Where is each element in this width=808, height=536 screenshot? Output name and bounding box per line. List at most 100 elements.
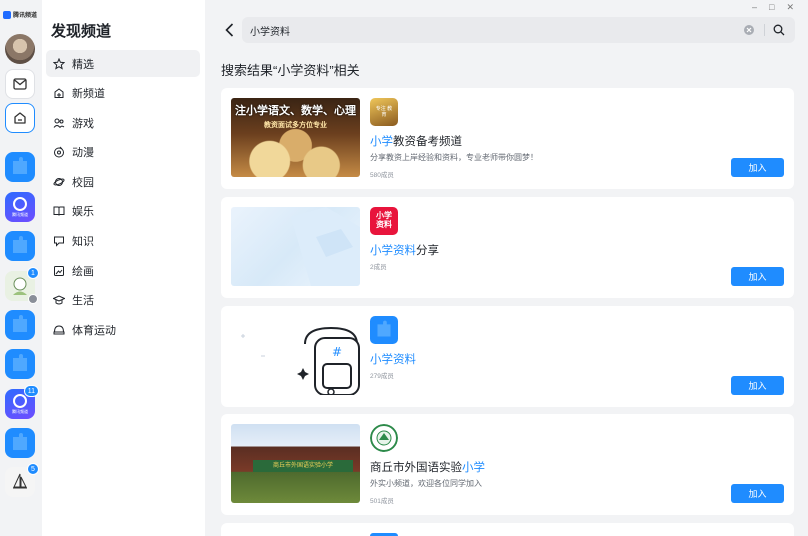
channel-icon[interactable]	[5, 310, 35, 340]
puzzle-icon	[5, 310, 35, 340]
book-icon	[53, 206, 65, 217]
join-button[interactable]: 加入	[731, 484, 784, 503]
category-label: 体育运动	[72, 324, 116, 337]
channel-member-count: 2成员	[370, 264, 387, 271]
channel-icon[interactable]: 5	[5, 463, 39, 497]
back-button[interactable]	[221, 21, 237, 39]
category-item[interactable]: 知识	[46, 228, 200, 255]
category-item[interactable]: 校园	[46, 168, 200, 195]
channel-name: 小学资料分享	[370, 245, 439, 257]
puzzle-icon	[5, 231, 35, 261]
channel-description: 外实小频道，欢迎各位同学加入	[370, 479, 482, 488]
channel-name: 小学资料	[370, 354, 416, 366]
gamepad-icon	[53, 118, 65, 128]
channel-cover-image: 商丘市外国语实验小学	[231, 424, 360, 503]
puzzle-icon	[5, 152, 35, 182]
new-channel-icon	[54, 88, 64, 99]
puzzle-icon	[5, 349, 35, 379]
category-item[interactable]: 新频道	[46, 80, 200, 107]
channel-result-card[interactable]	[221, 523, 794, 536]
puzzle-icon	[370, 316, 398, 344]
channel-result-card[interactable]: # 小学资料 279成员 加入	[221, 306, 794, 407]
channel-avatar: 小学 资料	[370, 207, 398, 235]
channel-cover-image: 注小学语文、数学、心理 教资面试多方位专业	[231, 98, 360, 177]
messages-button[interactable]	[5, 69, 35, 99]
channel-result-card[interactable]: 注小学语文、数学、心理 教资面试多方位专业 专注 教育 小学教资备考频道 分享教…	[221, 88, 794, 189]
tencent-channel-logo-icon	[13, 393, 27, 408]
channel-icon[interactable]	[5, 349, 35, 379]
svg-text:#: #	[332, 345, 342, 359]
category-label: 娱乐	[72, 206, 94, 219]
muted-indicator	[28, 294, 38, 304]
chat-bubble-icon	[54, 236, 64, 247]
channel-member-count: 501成员	[370, 498, 394, 505]
category-item[interactable]: 绘画	[46, 257, 200, 284]
search-icon	[773, 24, 785, 36]
results-heading: 搜索结果“小学资料”相关	[221, 63, 360, 78]
category-item[interactable]: 体育运动	[46, 316, 200, 343]
category-item[interactable]: 游戏	[46, 109, 200, 136]
close-button[interactable]: ✕	[786, 2, 794, 13]
user-avatar[interactable]	[5, 34, 35, 64]
cover-pattern-icon	[291, 207, 360, 286]
channel-result-card[interactable]: 小学 资料 小学资料分享 2成员 加入	[221, 197, 794, 298]
discover-button[interactable]	[5, 103, 35, 133]
join-button[interactable]: 加入	[731, 267, 784, 286]
channel-cover-image	[231, 207, 360, 286]
category-label: 生活	[72, 295, 94, 308]
brand-name: 腾讯频道	[13, 13, 38, 19]
channel-icon[interactable]	[5, 152, 35, 182]
tencent-channel-icon[interactable]: 腾讯频道 11	[5, 385, 39, 419]
close-icon	[746, 27, 752, 33]
category-item[interactable]: 精选	[46, 50, 200, 77]
tencent-channel-name: 腾讯频道	[12, 211, 28, 217]
category-label: 校园	[72, 176, 94, 189]
cover-caption: 注小学语文、数学、心理	[235, 105, 356, 117]
channel-cover-image: #	[231, 316, 360, 395]
unread-badge: 11	[23, 385, 39, 397]
mail-icon	[13, 78, 27, 90]
star-icon	[53, 57, 65, 70]
search-button[interactable]	[772, 23, 786, 37]
category-item[interactable]: 娱乐	[46, 198, 200, 225]
channel-description: 分享教资上岸经验和资料，专业老师带你圆梦！	[370, 153, 538, 162]
channel-name: 小学教资备考频道	[370, 136, 462, 148]
unread-badge: 5	[27, 463, 39, 475]
category-label: 动漫	[72, 147, 94, 160]
sailboat-icon	[13, 473, 27, 489]
category-label: 游戏	[72, 117, 94, 130]
tencent-channel-icon[interactable]: 腾讯频道	[5, 192, 35, 222]
join-button[interactable]: 加入	[731, 376, 784, 395]
planet-icon	[53, 177, 65, 186]
channel-rail: 腾讯频道 腾讯频道 1 腾讯频道 11 5	[0, 0, 42, 536]
join-button[interactable]: 加入	[731, 158, 784, 177]
channel-icon[interactable]	[5, 428, 35, 458]
tencent-channel-name: 腾讯频道	[12, 408, 28, 414]
backpack-icon: #	[241, 326, 360, 395]
maximize-button[interactable]: □	[769, 2, 774, 13]
category-list: 精选 新频道 游戏 动漫 校园 娱乐 知识 绘画 生活 体育运动	[46, 50, 200, 346]
minimize-button[interactable]: –	[752, 2, 757, 13]
category-item[interactable]: 动漫	[46, 139, 200, 166]
clear-search-button[interactable]	[744, 25, 754, 35]
sidebar-title: 发现频道	[51, 23, 112, 40]
category-label: 知识	[72, 236, 94, 249]
school-sign: 商丘市外国语实验小学	[253, 460, 353, 472]
category-item[interactable]: 生活	[46, 287, 200, 314]
main-panel: – □ ✕ 搜索结果“小学资料”相关 注小学语文、数学、心理 教资面试多方位专业…	[205, 0, 808, 536]
brand-logo: 腾讯频道	[3, 10, 37, 19]
channel-avatar-text: 资料	[376, 220, 392, 229]
search-input[interactable]	[250, 17, 730, 43]
painting-icon	[54, 265, 64, 276]
channel-icon[interactable]	[5, 231, 35, 261]
category-label: 新频道	[72, 88, 105, 101]
channel-result-card[interactable]: 商丘市外国语实验小学 商丘市外国语实验小学 外实小频道，欢迎各位同学加入 501…	[221, 414, 794, 515]
discover-sidebar: 发现频道 精选 新频道 游戏 动漫 校园 娱乐 知识 绘画 生活 体育运动	[42, 0, 205, 536]
channel-member-count: 279成员	[370, 373, 394, 380]
channel-icon[interactable]: 1	[5, 267, 39, 304]
unread-badge: 1	[27, 267, 39, 279]
school-emblem-icon	[370, 424, 398, 452]
channel-avatar: 专注 教育	[370, 98, 398, 126]
channel-avatar	[370, 316, 398, 344]
category-label: 精选	[72, 58, 94, 71]
